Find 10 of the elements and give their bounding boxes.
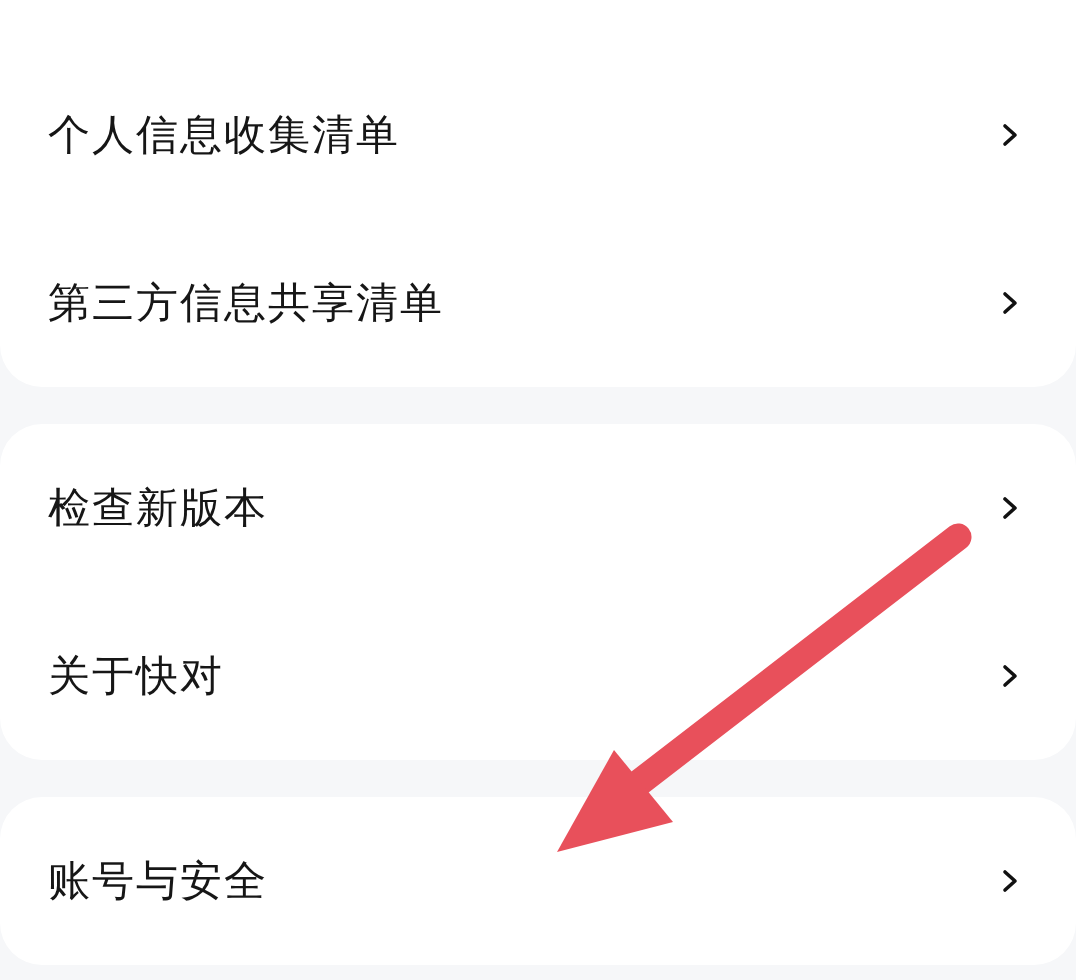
settings-item[interactable]: 关于快对 bbox=[0, 592, 1076, 760]
settings-item[interactable]: 账号与安全 bbox=[0, 797, 1076, 965]
chevron-right-icon bbox=[1002, 291, 1018, 315]
chevron-right-icon bbox=[1002, 664, 1018, 688]
chevron-right-icon bbox=[1002, 123, 1018, 147]
settings-item[interactable]: 第三方信息共享清单 bbox=[0, 219, 1076, 387]
chevron-right-icon bbox=[1002, 869, 1018, 893]
chevron-right-icon bbox=[1002, 496, 1018, 520]
settings-item[interactable]: 个人信息收集清单 bbox=[0, 51, 1076, 219]
settings-item[interactable]: 检查新版本 bbox=[0, 424, 1076, 592]
